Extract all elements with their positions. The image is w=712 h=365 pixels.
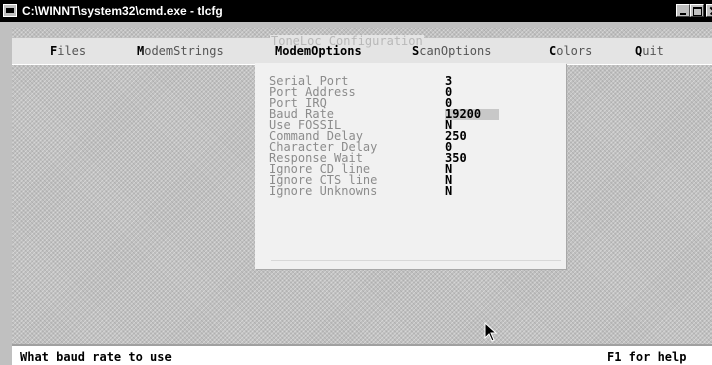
option-baud-rate-value[interactable]: 19200 [445,108,500,120]
maximize-button[interactable] [690,4,704,17]
menu-colors[interactable]: Colors [549,44,592,58]
menu-modem-strings[interactable]: ModemStrings [137,44,224,58]
menu-label: uit [642,44,664,58]
option-ignore-unknowns[interactable]: Ignore Unknowns [269,185,377,197]
menu-label: odemStrings [144,44,224,58]
menu-bar: ToneLoc Configuration Files ModemStrings… [12,35,712,65]
modem-options-dropdown: Serial Port 3 Port Address 0 Port IRQ 0 … [255,63,566,269]
menu-scan-options[interactable]: ScanOptions [412,44,491,58]
status-help: F1 for help [607,350,687,364]
cmd-window: C:\WINNT\system32\cmd.exe - tlcfg ToneLo… [0,0,712,365]
close-button[interactable] [706,4,712,17]
mouse-pointer-icon [484,322,498,342]
menu-label: olors [556,44,593,58]
option-ignore-unknowns-value[interactable]: N [445,185,452,197]
title-bar[interactable]: C:\WINNT\system32\cmd.exe - tlcfg [0,0,712,22]
status-bar: What baud rate to use F1 for help [12,344,712,365]
menu-label: iles [57,44,87,58]
window-title: C:\WINNT\system32\cmd.exe - tlcfg [22,4,223,18]
console-area: ToneLoc Configuration Files ModemStrings… [12,28,712,365]
dropdown-bottom-edge [271,260,561,261]
menu-label: canOptions [419,44,492,58]
menu-label: odemOptions [282,44,362,58]
menu-quit[interactable]: Quit [635,44,664,58]
menu-files[interactable]: Files [50,44,86,58]
menu-modem-options[interactable]: ModemOptions [275,44,362,58]
status-hint: What baud rate to use [20,350,172,364]
console-app-icon[interactable] [3,4,17,17]
minimize-button[interactable] [676,4,690,17]
